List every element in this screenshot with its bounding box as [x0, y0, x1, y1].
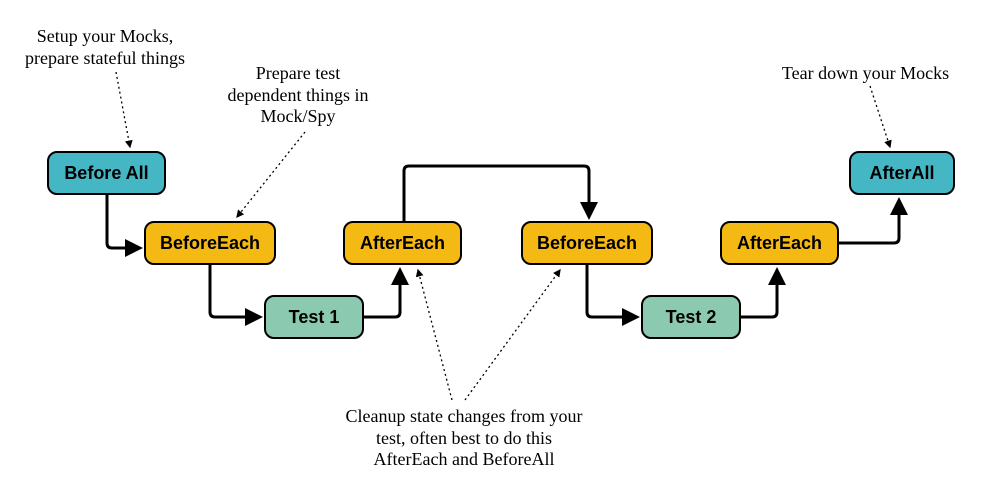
dotted-prepare [237, 132, 305, 217]
arrow-beforeall-to-beforeeach1 [107, 195, 140, 248]
before-each-1-node: BeforeEach [144, 221, 276, 265]
dotted-cleanup-a [418, 270, 452, 400]
before-each-2-node: BeforeEach [521, 221, 653, 265]
before-all-label: Before All [64, 163, 148, 184]
arrow-aftereach2-to-afterall [839, 200, 899, 243]
arrow-beforeeach1-to-test1 [210, 265, 260, 317]
arrow-aftereach1-to-beforeeach2 [404, 166, 589, 221]
test-2-node: Test 2 [641, 295, 741, 339]
dotted-teardown [870, 86, 890, 147]
before-each-1-label: BeforeEach [160, 233, 260, 254]
after-all-label: AfterAll [869, 163, 934, 184]
test-1-label: Test 1 [289, 307, 340, 328]
after-each-2-node: AfterEach [720, 221, 839, 265]
prepare-text: Prepare testdependent things inMock/Spy [228, 63, 369, 126]
arrow-beforeeach2-to-test2 [587, 265, 637, 317]
setup-annotation: Setup your Mocks,prepare stateful things [10, 26, 200, 69]
cleanup-text: Cleanup state changes from yourtest, oft… [346, 406, 583, 469]
before-all-node: Before All [47, 151, 166, 195]
after-all-node: AfterAll [849, 151, 955, 195]
teardown-text: Tear down your Mocks [782, 63, 949, 83]
test-1-node: Test 1 [264, 295, 364, 339]
dotted-cleanup-b [465, 270, 560, 400]
dotted-setup [116, 72, 130, 147]
cleanup-annotation: Cleanup state changes from yourtest, oft… [323, 406, 605, 471]
teardown-annotation: Tear down your Mocks [768, 63, 963, 85]
after-each-1-label: AfterEach [360, 233, 445, 254]
before-each-2-label: BeforeEach [537, 233, 637, 254]
arrow-test2-to-aftereach2 [741, 270, 777, 317]
setup-text: Setup your Mocks,prepare stateful things [25, 26, 185, 68]
prepare-annotation: Prepare testdependent things inMock/Spy [214, 63, 382, 128]
test-2-label: Test 2 [666, 307, 717, 328]
after-each-2-label: AfterEach [737, 233, 822, 254]
after-each-1-node: AfterEach [343, 221, 462, 265]
arrow-test1-to-aftereach1 [364, 270, 400, 317]
